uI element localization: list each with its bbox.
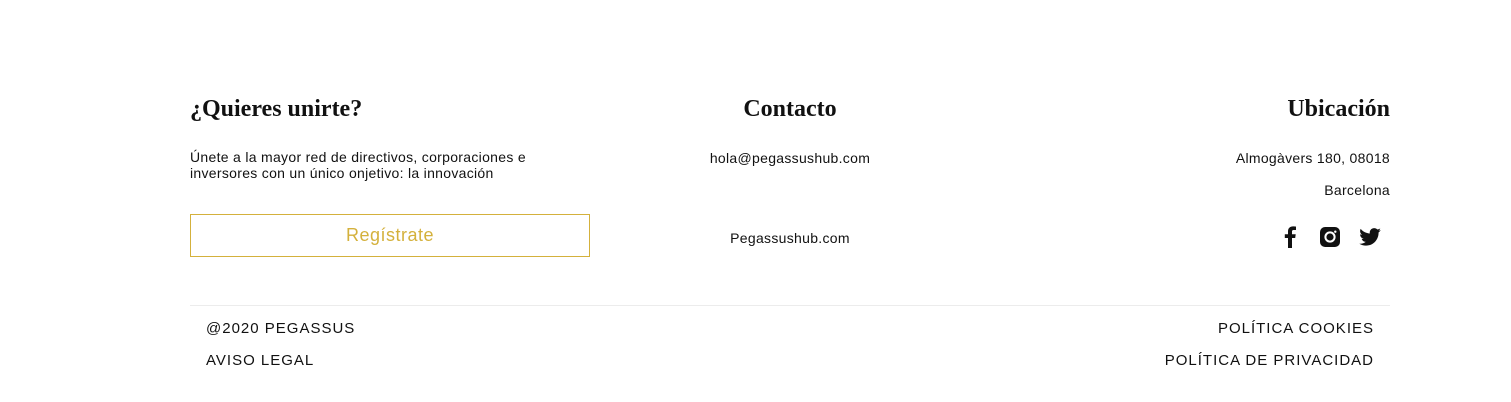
social-links: [1270, 224, 1390, 250]
address-line-1: Almogàvers 180, 08018: [1235, 150, 1390, 166]
location-heading: Ubicación: [1287, 96, 1390, 122]
register-button[interactable]: Regístrate: [190, 214, 590, 257]
contact-heading: Contacto: [743, 96, 837, 122]
contact-column: Contacto hola@pegassushub.com Pegassushu…: [590, 94, 990, 246]
copyright-text: @2020 PEGASSUS: [206, 320, 356, 337]
join-column: ¿Quieres unirte? Únete a la mayor red de…: [190, 94, 590, 257]
cookies-policy-link[interactable]: POLÍTICA COOKIES: [1218, 320, 1374, 338]
address-line-2: Barcelona: [1324, 182, 1390, 198]
instagram-icon[interactable]: [1310, 224, 1350, 250]
join-heading: ¿Quieres unirte?: [190, 96, 363, 122]
join-description: Únete a la mayor red de directivos, corp…: [190, 149, 526, 181]
footer-divider: [190, 305, 1390, 306]
facebook-icon[interactable]: [1270, 224, 1310, 250]
twitter-icon[interactable]: [1350, 224, 1390, 250]
privacy-policy-link[interactable]: POLÍTICA DE PRIVACIDAD: [1165, 352, 1374, 370]
contact-email-link[interactable]: hola@pegassushub.com: [590, 150, 990, 166]
legal-notice-link[interactable]: AVISO LEGAL: [206, 352, 314, 370]
site-footer: ¿Quieres unirte? Únete a la mayor red de…: [0, 0, 1511, 402]
location-column: Ubicación Almogàvers 180, 08018 Barcelon…: [990, 94, 1390, 248]
contact-website-link[interactable]: Pegassushub.com: [590, 230, 990, 246]
